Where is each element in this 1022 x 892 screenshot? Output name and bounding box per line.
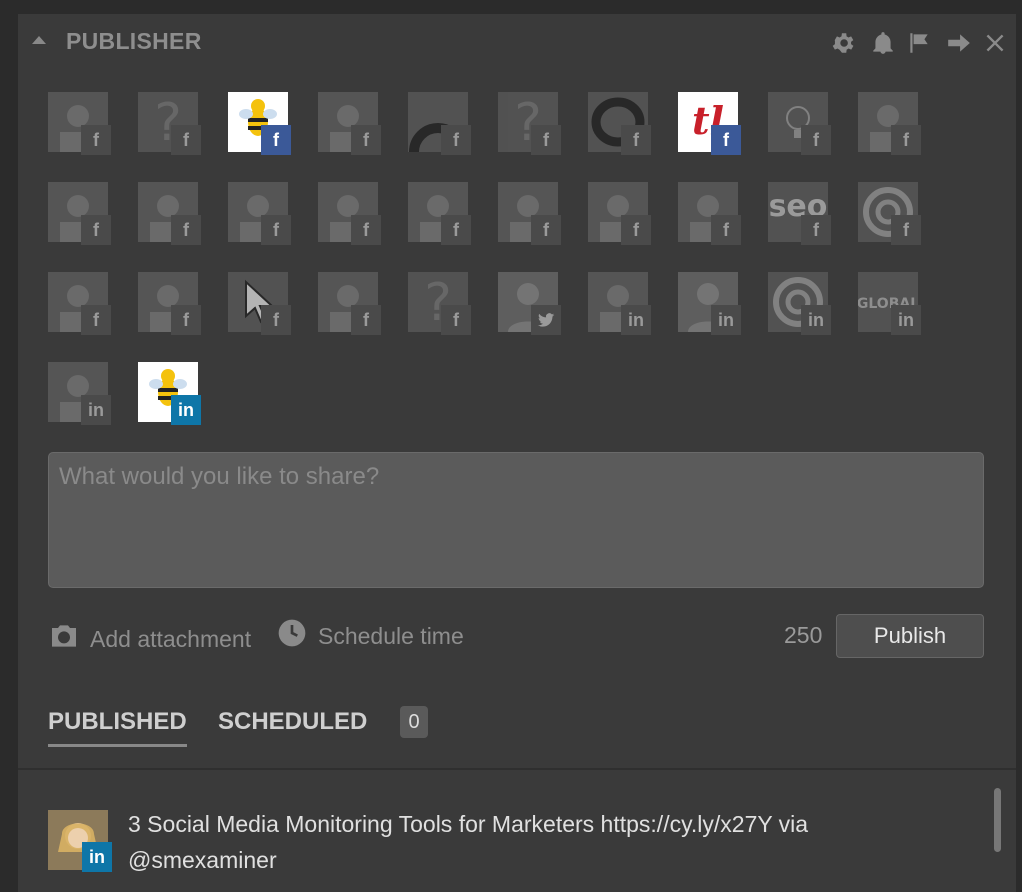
facebook-icon: f <box>531 215 561 245</box>
facebook-icon: f <box>171 125 201 155</box>
account-facebook-18[interactable]: f <box>678 182 741 245</box>
facebook-icon: f <box>81 215 111 245</box>
facebook-icon: f <box>531 125 561 155</box>
publisher-panel: PUBLISHER f? f f f f? f f tl f f f f f f f f f f f seo f f f f f… <box>18 14 1016 892</box>
facebook-icon: f <box>261 125 291 155</box>
account-facebook-17[interactable]: f <box>588 182 651 245</box>
close-icon[interactable] <box>982 30 1008 56</box>
account-facebook-23[interactable]: f <box>228 272 291 335</box>
account-linkedin-27[interactable]: in <box>588 272 651 335</box>
schedule-time-button[interactable]: Schedule time <box>276 617 464 655</box>
account-linkedin-31[interactable]: in <box>48 362 111 425</box>
facebook-icon: f <box>711 125 741 155</box>
linkedin-icon: in <box>171 395 201 425</box>
account-facebook-15[interactable]: f <box>408 182 471 245</box>
account-facebook-8[interactable]: tl f <box>678 92 741 155</box>
account-facebook-5[interactable]: f <box>408 92 471 155</box>
account-facebook-11[interactable]: f <box>48 182 111 245</box>
collapse-arrow-icon[interactable] <box>32 36 46 44</box>
publisher-header: PUBLISHER <box>18 14 1016 70</box>
account-facebook-12[interactable]: f <box>138 182 201 245</box>
facebook-icon: f <box>171 215 201 245</box>
facebook-icon: f <box>621 215 651 245</box>
account-linkedin-28[interactable]: in <box>678 272 741 335</box>
facebook-icon: f <box>81 305 111 335</box>
add-attachment-label: Add attachment <box>90 625 252 652</box>
feed-scrollbar[interactable] <box>994 788 1001 852</box>
tab-published[interactable]: PUBLISHED <box>48 708 187 747</box>
account-facebook-19[interactable]: seo f <box>768 182 831 245</box>
linkedin-icon: in <box>801 305 831 335</box>
linkedin-icon: in <box>82 842 112 872</box>
publish-button[interactable]: Publish <box>836 614 984 658</box>
account-facebook-7[interactable]: f <box>588 92 651 155</box>
flag-icon[interactable] <box>906 30 932 56</box>
add-attachment-button[interactable]: Add attachment <box>48 620 251 658</box>
schedule-time-label: Schedule time <box>318 622 464 649</box>
facebook-icon: f <box>891 215 921 245</box>
settings-gear-icon[interactable] <box>830 30 856 56</box>
facebook-icon: f <box>351 125 381 155</box>
facebook-icon: f <box>261 215 291 245</box>
facebook-icon: f <box>351 215 381 245</box>
scheduled-count-badge: 0 <box>400 706 428 738</box>
facebook-icon: f <box>171 305 201 335</box>
facebook-icon: f <box>711 215 741 245</box>
account-facebook-22[interactable]: f <box>138 272 201 335</box>
facebook-icon: f <box>261 305 291 335</box>
account-facebook-13[interactable]: f <box>228 182 291 245</box>
facebook-icon: f <box>621 125 651 155</box>
character-counter: 250 <box>784 622 823 648</box>
account-facebook-14[interactable]: f <box>318 182 381 245</box>
account-facebook-2[interactable]: ? f <box>138 92 201 155</box>
composer-toolbar: Add attachment Schedule time 250 Publish <box>48 614 988 660</box>
social-accounts-grid: f? f f f f? f f tl f f f f f f f f f f f seo f f f f f f? f in in in G… <box>48 92 1008 452</box>
account-facebook-20[interactable]: f <box>858 182 921 245</box>
tab-scheduled[interactable]: SCHEDULED <box>218 708 367 744</box>
published-post-item[interactable]: in 3 Social Media Monitoring Tools for M… <box>48 806 978 876</box>
panel-title: PUBLISHER <box>66 28 202 54</box>
account-facebook-16[interactable]: f <box>498 182 561 245</box>
facebook-icon: f <box>441 305 471 335</box>
account-facebook-21[interactable]: f <box>48 272 111 335</box>
account-twitter-26[interactable] <box>498 272 561 335</box>
facebook-icon: f <box>351 305 381 335</box>
share-composer <box>48 452 984 588</box>
account-linkedin-29[interactable]: in <box>768 272 831 335</box>
account-facebook-10[interactable]: f <box>858 92 921 155</box>
account-facebook-6[interactable]: ? f <box>498 92 561 155</box>
facebook-icon: f <box>801 125 831 155</box>
facebook-icon: f <box>441 125 471 155</box>
account-linkedin-30[interactable]: GLOBAL in <box>858 272 921 335</box>
share-message-input[interactable] <box>49 453 983 587</box>
account-facebook-9[interactable]: f <box>768 92 831 155</box>
stream-tabs: PUBLISHED SCHEDULED 0 <box>48 704 548 754</box>
camera-icon <box>48 620 80 658</box>
linkedin-icon: in <box>711 305 741 335</box>
divider <box>18 768 1016 770</box>
account-linkedin-32[interactable]: in <box>138 362 201 425</box>
account-facebook-1[interactable]: f <box>48 92 111 155</box>
share-arrow-icon[interactable] <box>946 30 972 56</box>
account-facebook-25[interactable]: ? f <box>408 272 471 335</box>
notifications-bell-icon[interactable] <box>870 30 896 56</box>
post-text: 3 Social Media Monitoring Tools for Mark… <box>128 811 809 873</box>
account-facebook-24[interactable]: f <box>318 272 381 335</box>
facebook-icon: f <box>891 125 921 155</box>
clock-icon <box>276 617 308 655</box>
account-facebook-4[interactable]: f <box>318 92 381 155</box>
facebook-icon: f <box>441 215 471 245</box>
account-facebook-3[interactable]: f <box>228 92 291 155</box>
facebook-icon: f <box>81 125 111 155</box>
linkedin-icon: in <box>621 305 651 335</box>
twitter-icon <box>531 305 561 335</box>
facebook-icon: f <box>801 215 831 245</box>
linkedin-icon: in <box>81 395 111 425</box>
linkedin-icon: in <box>891 305 921 335</box>
